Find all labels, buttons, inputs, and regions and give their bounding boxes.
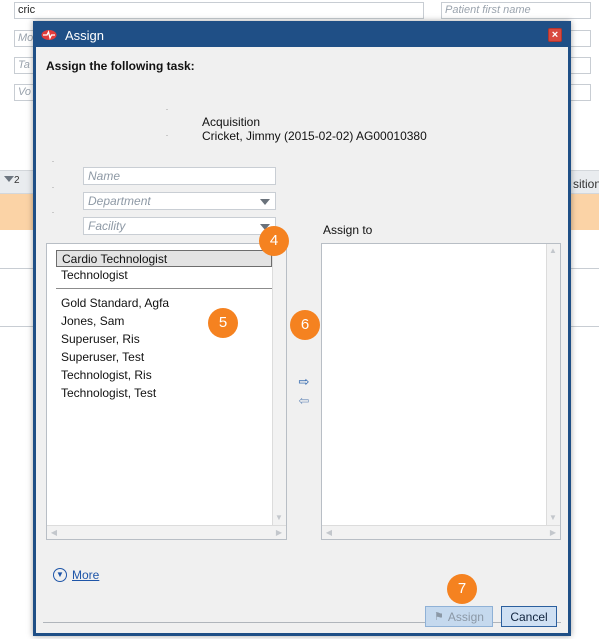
list-item[interactable]: Technologist, Ris	[61, 368, 152, 382]
list-item[interactable]: Gold Standard, Agfa	[61, 296, 169, 310]
callout-badge: 6	[290, 310, 320, 340]
assign-list-hscrollbar[interactable]: ◀ ▶	[322, 525, 560, 539]
close-icon[interactable]: ×	[548, 28, 562, 42]
bg-count: 2	[14, 175, 20, 186]
scroll-left-icon[interactable]: ◀	[323, 527, 335, 539]
available-users-list[interactable]: Cardio Technologist Technologist Gold St…	[46, 243, 287, 540]
cancel-button[interactable]: Cancel	[501, 606, 557, 627]
decorative-dot	[52, 161, 54, 162]
bg-patient-first-name-input[interactable]: Patient first name	[441, 2, 591, 19]
callout-badge: 5	[208, 308, 238, 338]
dialog-title: Assign	[65, 27, 105, 43]
dialog-body: Assign the following task: Acquisition C…	[36, 47, 568, 633]
cancel-button-label: Cancel	[510, 609, 548, 624]
available-list-vscrollbar[interactable]: ▲ ▼	[272, 244, 286, 525]
decorative-dot	[52, 187, 54, 188]
list-item[interactable]: Technologist, Test	[61, 386, 156, 400]
callout-badge: 7	[447, 574, 477, 604]
name-filter-placeholder: Name	[88, 169, 121, 183]
app-logo-icon	[41, 27, 57, 43]
assign-list-vscrollbar[interactable]: ▲ ▼	[546, 244, 560, 525]
bg-column-header: sition	[573, 177, 599, 191]
scroll-right-icon[interactable]: ▶	[273, 527, 285, 539]
list-item[interactable]: Superuser, Ris	[61, 332, 140, 346]
list-item[interactable]: Superuser, Test	[61, 350, 144, 364]
remove-from-assign-arrow-icon[interactable]: ⇦	[297, 394, 311, 408]
task-heading: Assign the following task:	[46, 59, 195, 73]
assign-user-icon: ⚑	[434, 611, 444, 623]
scroll-up-icon[interactable]: ▲	[547, 245, 559, 257]
more-link[interactable]: ▼ More	[53, 568, 99, 582]
role-item-cardio-technologist[interactable]: Cardio Technologist	[56, 250, 272, 267]
add-to-assign-arrow-icon[interactable]: ⇨	[297, 375, 311, 389]
bg-collapse-icon[interactable]	[4, 176, 14, 182]
task-patient: Cricket, Jimmy (2015-02-02) AG00010380	[202, 129, 427, 143]
callout-badge: 4	[259, 226, 289, 256]
list-divider	[56, 288, 272, 289]
chevron-down-circle-icon: ▼	[53, 568, 67, 582]
task-name: Acquisition	[202, 115, 261, 129]
assign-to-label: Assign to	[323, 223, 373, 237]
assign-button[interactable]: ⚑ Assign	[425, 606, 493, 627]
assign-to-list[interactable]: ▲ ▼ ◀ ▶	[321, 243, 561, 540]
facility-select[interactable]: Facility	[83, 217, 276, 235]
scroll-right-icon[interactable]: ▶	[547, 527, 559, 539]
available-list-hscrollbar[interactable]: ◀ ▶	[47, 525, 286, 539]
facility-select-placeholder: Facility	[88, 219, 126, 233]
scroll-left-icon[interactable]: ◀	[48, 527, 60, 539]
decorative-dot	[166, 135, 168, 136]
bg-search-input[interactable]: cric	[14, 2, 424, 19]
decorative-dot	[52, 212, 54, 213]
dialog-titlebar[interactable]: Assign ×	[36, 23, 568, 47]
name-filter-input[interactable]: Name	[83, 167, 276, 185]
decorative-dot	[166, 109, 168, 110]
role-item-technologist[interactable]: Technologist	[56, 267, 272, 284]
list-item[interactable]: Jones, Sam	[61, 314, 124, 328]
scroll-down-icon[interactable]: ▼	[273, 512, 285, 524]
department-select[interactable]: Department	[83, 192, 276, 210]
scroll-down-icon[interactable]: ▼	[547, 512, 559, 524]
more-label: More	[72, 568, 100, 582]
department-select-placeholder: Department	[88, 194, 151, 208]
chevron-down-icon[interactable]	[260, 199, 270, 205]
assign-button-label: Assign	[447, 609, 484, 624]
